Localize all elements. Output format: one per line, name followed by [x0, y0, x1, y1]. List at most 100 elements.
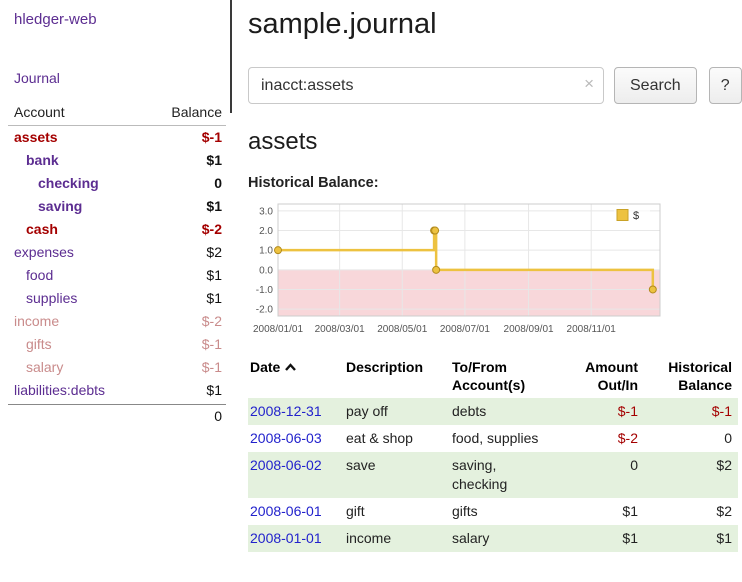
date-link[interactable]: 2008-06-02 — [250, 457, 322, 473]
search-form: × Search ? — [248, 67, 742, 104]
account-row: checking 0 — [8, 172, 226, 195]
svg-text:-2.0: -2.0 — [256, 305, 274, 316]
svg-text:-1.0: -1.0 — [256, 285, 274, 296]
account-link[interactable]: checking — [38, 174, 99, 193]
account-link[interactable]: assets — [14, 128, 58, 147]
account-balance: 0 — [214, 174, 222, 193]
account-cell: debts — [450, 398, 560, 425]
svg-text:2008/07/01: 2008/07/01 — [440, 324, 490, 335]
account-link[interactable]: salary — [26, 358, 63, 377]
amount-cell: $1 — [560, 525, 644, 552]
account-row: saving $1 — [8, 195, 226, 218]
description-cell: gift — [344, 498, 450, 525]
help-button[interactable]: ? — [709, 67, 742, 104]
date-link[interactable]: 2008-12-31 — [250, 403, 322, 419]
account-balance: $-2 — [202, 312, 222, 331]
svg-text:0.0: 0.0 — [259, 265, 273, 276]
account-link[interactable]: liabilities:debts — [14, 381, 105, 400]
description-cell: income — [344, 525, 450, 552]
account-row: gifts $-1 — [8, 333, 226, 356]
register-header-row: Date Description To/From Account(s) Amou… — [248, 356, 738, 398]
sidebar: hledger-web Journal Account Balance asse… — [0, 0, 234, 426]
balance-cell: $2 — [644, 452, 738, 498]
register-row: 2008-01-01 income salary $1 $1 — [248, 525, 738, 552]
description-cell: eat & shop — [344, 425, 450, 452]
account-row: cash $-2 — [8, 218, 226, 241]
register-row: 2008-12-31 pay off debts $-1 $-1 — [248, 398, 738, 425]
account-balance: $-1 — [202, 335, 222, 354]
svg-text:2008/11/01: 2008/11/01 — [567, 324, 617, 335]
amount-cell: 0 — [560, 452, 644, 498]
balance-cell: $2 — [644, 498, 738, 525]
account-row: assets $-1 — [8, 126, 226, 149]
svg-text:3.0: 3.0 — [259, 206, 273, 217]
amount-cell: $-1 — [560, 398, 644, 425]
amount-cell: $-2 — [560, 425, 644, 452]
account-row: liabilities:debts $1 — [8, 379, 226, 402]
account-balance: $1 — [206, 289, 222, 308]
app-title-link[interactable]: hledger-web — [14, 11, 234, 28]
accounts-total: 0 — [8, 404, 226, 426]
balance-column-header: Historical Balance — [644, 356, 738, 398]
historical-balance-chart: 3.0 2.0 1.0 0.0 -1.0 -2.0 2008/01/01 2008/03/01… — [248, 198, 668, 338]
svg-text:$: $ — [633, 210, 639, 222]
account-link[interactable]: saving — [38, 197, 82, 216]
description-cell: pay off — [344, 398, 450, 425]
chart-title: Historical Balance: — [248, 175, 742, 191]
account-heading: assets — [248, 128, 742, 156]
account-row: bank $1 — [8, 149, 226, 172]
svg-text:2008/05/01: 2008/05/01 — [377, 324, 427, 335]
account-row: supplies $1 — [8, 287, 226, 310]
account-balance: $-2 — [202, 220, 222, 239]
account-cell: gifts — [450, 498, 560, 525]
accounts-table-header: Account Balance — [8, 102, 226, 126]
date-link[interactable]: 2008-06-01 — [250, 503, 322, 519]
account-row: salary $-1 — [8, 356, 226, 379]
account-row: expenses $2 — [8, 241, 226, 264]
clear-search-icon[interactable]: × — [584, 75, 594, 92]
account-balance: $2 — [206, 243, 222, 262]
account-balance: $-1 — [202, 128, 222, 147]
svg-text:2008/01/01: 2008/01/01 — [253, 324, 303, 335]
balance-cell: $1 — [644, 525, 738, 552]
svg-text:2.0: 2.0 — [259, 226, 273, 237]
search-button[interactable]: Search — [614, 67, 697, 104]
svg-text:2008/09/01: 2008/09/01 — [504, 324, 554, 335]
balance-cell: $-1 — [644, 398, 738, 425]
account-link[interactable]: supplies — [26, 289, 77, 308]
account-balance: $1 — [206, 381, 222, 400]
sidebar-account-header: Account — [14, 104, 65, 120]
tofrom-column-header: To/From Account(s) — [450, 356, 560, 398]
description-column-header: Description — [344, 356, 450, 398]
date-column-header[interactable]: Date — [248, 356, 344, 398]
account-balance: $1 — [206, 266, 222, 285]
accounts-table: Account Balance assets $-1 bank $1 check… — [8, 102, 226, 426]
register-row: 2008-06-03 eat & shop food, supplies $-2… — [248, 425, 738, 452]
main-content: sample.journal × Search ? assets Histori… — [248, 0, 742, 552]
sidebar-balance-header: Balance — [171, 104, 222, 120]
account-cell: saving, checking — [450, 452, 560, 498]
account-link[interactable]: income — [14, 312, 59, 331]
account-link[interactable]: bank — [26, 151, 59, 170]
svg-text:2008/03/01: 2008/03/01 — [315, 324, 365, 335]
register-row: 2008-06-01 gift gifts $1 $2 — [248, 498, 738, 525]
account-balance: $-1 — [202, 358, 222, 377]
account-row: food $1 — [8, 264, 226, 287]
date-link[interactable]: 2008-01-01 — [250, 530, 322, 546]
journal-link[interactable]: Journal — [14, 70, 234, 86]
account-link[interactable]: food — [26, 266, 53, 285]
account-link[interactable]: cash — [26, 220, 58, 239]
description-cell: save — [344, 452, 450, 498]
balance-chart-svg: 3.0 2.0 1.0 0.0 -1.0 -2.0 2008/01/01 2008/03/01… — [248, 198, 668, 338]
account-link[interactable]: expenses — [14, 243, 74, 262]
account-link[interactable]: gifts — [26, 335, 52, 354]
balance-cell: 0 — [644, 425, 738, 452]
sidebar-divider — [230, 0, 232, 113]
amount-column-header: Amount Out/In — [560, 356, 644, 398]
account-balance: $1 — [206, 151, 222, 170]
svg-text:1.0: 1.0 — [259, 246, 273, 257]
account-balance: $1 — [206, 197, 222, 216]
date-link[interactable]: 2008-06-03 — [250, 430, 322, 446]
search-input[interactable] — [248, 67, 604, 104]
amount-cell: $1 — [560, 498, 644, 525]
